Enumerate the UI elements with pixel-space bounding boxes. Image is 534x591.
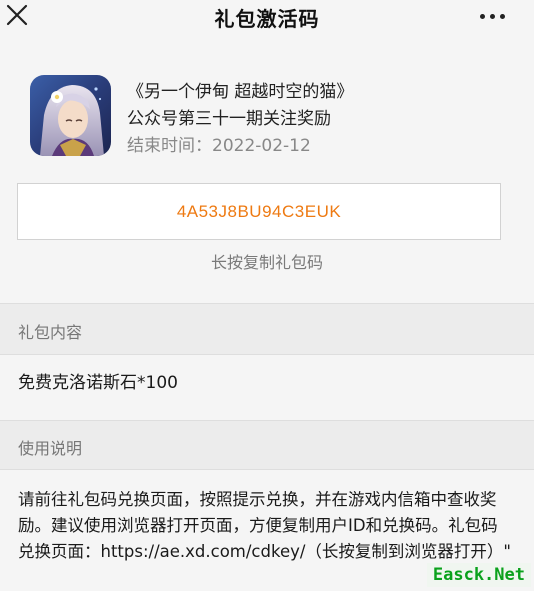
more-icon[interactable] bbox=[478, 7, 508, 25]
watermark: Easck.Net bbox=[426, 563, 531, 587]
gift-code[interactable]: 4A53J8BU94C3EUK bbox=[177, 202, 341, 222]
instructions-label: 使用说明 bbox=[18, 439, 83, 458]
end-time: 结束时间：2022-02-12 bbox=[127, 136, 311, 156]
gift-code-box[interactable]: 4A53J8BU94C3EUK bbox=[17, 183, 501, 240]
contents-label: 礼包内容 bbox=[18, 323, 83, 342]
instructions-text: 请前往礼包码兑换页面，按照提示兑换，并在游戏内信箱中查收奖励。建议使用浏览器打开… bbox=[18, 490, 512, 561]
game-title: 《另一个伊甸 超越时空的猫》 bbox=[127, 82, 354, 102]
contents-section-header: 礼包内容 bbox=[0, 304, 534, 354]
game-icon bbox=[30, 75, 111, 156]
instructions-section-header: 使用说明 bbox=[0, 421, 534, 469]
copy-hint: 长按复制礼包码 bbox=[210, 253, 323, 272]
page-title: 礼包激活码 bbox=[214, 7, 320, 31]
top-bar: 礼包激活码 bbox=[0, 0, 534, 34]
contents-section-body: 免费克洛诺斯石*100 bbox=[0, 355, 534, 420]
gift-subtitle: 公众号第三十一期关注奖励 bbox=[127, 109, 331, 129]
gift-contents-value: 免费克洛诺斯石*100 bbox=[18, 373, 178, 393]
